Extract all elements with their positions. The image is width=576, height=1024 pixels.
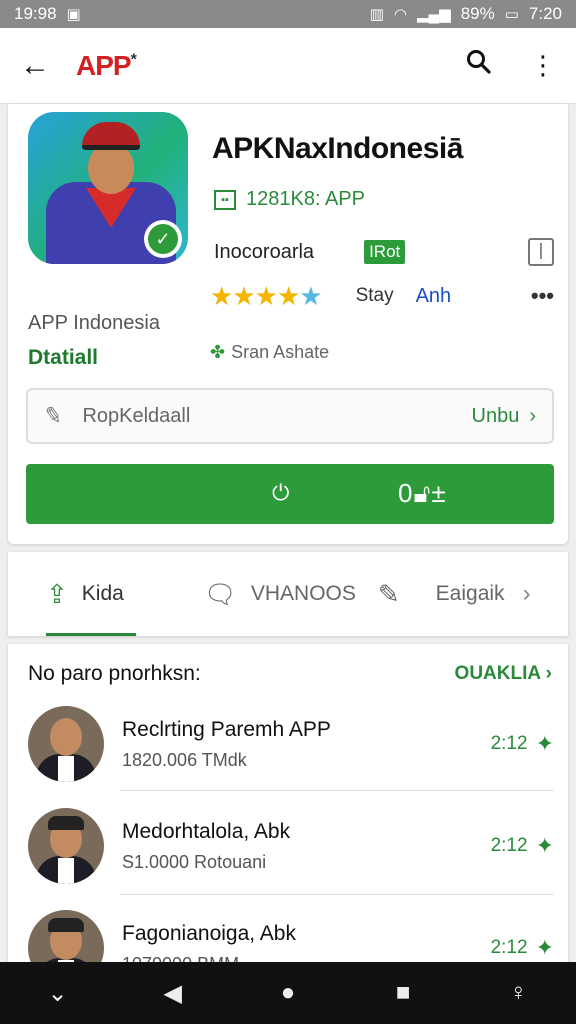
install-button[interactable]: ⏻ 0🔓︎± [26,464,554,524]
recents-square-icon[interactable]: ■ [383,979,423,1007]
tab-label: Eaigaik [435,582,505,605]
clover-icon: ✤ [210,342,226,362]
back-triangle-icon[interactable]: ◀ [153,979,193,1008]
tab-label: Kida [81,582,124,605]
item-subtitle: 1820.006 TMdk [122,749,247,770]
aux-text: Sran Ashate [231,342,330,362]
divider [120,790,554,791]
rating-label: Stay [355,285,394,306]
back-arrow-icon[interactable]: ← [20,49,60,83]
tab-more[interactable]: Eaigaik [436,552,505,636]
tab-label: VHANOOS [250,582,356,605]
app-icon: ✓ [28,112,188,264]
rating-stars: ★★★★★ [210,280,323,312]
more-vert-icon[interactable]: ⋮ [530,50,556,81]
star-icon: ✦ [535,833,554,858]
power-icon: ⏻ [272,480,290,505]
app-meta-text: 1281K8: APP [246,188,365,210]
vibrate-icon: ▥ [369,6,384,23]
star-icon: ✦ [535,731,554,756]
list-item[interactable]: Medorhtalola, Abk S1.0000 Rotouani 2:12 … [28,798,554,894]
publisher-name: APP Indonesia [28,312,160,334]
review-input-text: RopKeldaall [82,404,191,427]
avatar [28,706,104,782]
item-rating: 2:12 ✦ [490,935,554,960]
star-icon: ✦ [535,935,554,960]
star-icon: ★ [254,280,278,311]
pencil-icon: ✎ [42,401,65,430]
tab-share[interactable]: ⇪ Kida [46,552,136,636]
battery-percent: 89% [460,4,495,23]
tab-edit[interactable]: ✎ [378,552,400,636]
chevron-right-icon: › [529,404,536,427]
item-rating: 2:12 ✦ [490,833,554,858]
tabs-bar: ⇪ Kida 🗨︎ VHANOOS ✎ Eaigaik › [8,552,568,636]
list-more-link[interactable]: OUAKLIA › [455,663,552,685]
item-rating: 2:12 ✦ [490,731,554,756]
verified-badge-icon: ✓ [144,220,182,258]
rating-link[interactable]: Anh [416,285,452,308]
star-icon: ★ [232,280,255,311]
chevron-right-icon[interactable]: › [523,580,531,608]
more-horiz-icon[interactable]: ••• [531,283,554,309]
signal-icon: ▂▄▆ [416,6,451,23]
status-bar: 19:98 ▣ ▥ ◠ ▂▄▆ 89% ▭ 7:20 [0,0,576,28]
comment-icon: 🗨︎ [203,578,237,609]
search-icon[interactable] [466,49,492,82]
rating-row: ★★★★★ Stay Anh ••• [210,280,554,312]
developer-row: Inocoroarla IRot ❘ [214,236,554,268]
tab-comments[interactable]: 🗨︎ VHANOOS [204,552,356,636]
divider [120,894,554,895]
app-detail-card: ✓ APKNaxIndonesiā ▪▪ 1281K8: APP Inocoro… [8,104,568,544]
app-bar-title: APP* [76,49,137,81]
item-title: Medorhtalola, Abk [122,819,291,843]
details-link[interactable]: Dtatiall [28,346,98,370]
review-input[interactable]: ✎ RopKeldaall Unbu › [26,388,554,444]
star-icon: ★ [299,280,322,311]
item-title: Reclrting Paremh APP [122,717,331,741]
list-header: No paro pnorhksn: OUAKLIA › [28,662,552,686]
list-title: No paro pnorhksn: [28,662,201,685]
notification-icon: ▣ [66,6,81,23]
developer-name[interactable]: Inocoroarla [214,241,314,264]
keyboard-hide-icon[interactable]: ⌄ [38,979,78,1008]
star-icon: ★ [276,280,300,311]
app-bar: ← APP* ⋮ [0,28,576,104]
share-icon: ⇪ [46,578,68,609]
install-button-label: 0🔓︎± [398,478,447,508]
accessibility-icon[interactable]: ♀ [498,979,538,1007]
status-time-left: 19:98 [14,4,57,23]
star-icon: ★ [210,280,233,311]
home-circle-icon[interactable]: ● [268,979,308,1007]
item-subtitle: S1.0000 Rotouani [122,851,267,872]
avatar [28,808,104,884]
aux-info: ✤ Sran Ashate [210,342,329,363]
related-list-card: No paro pnorhksn: OUAKLIA › Reclrting Pa… [8,644,568,986]
item-title: Fagonianoiga, Abk [122,921,296,945]
developer-tag-badge: IRot [364,240,406,264]
bookmark-icon[interactable]: ❘ [528,238,554,266]
app-size-icon: ▪▪ [214,189,236,210]
battery-icon: ▭ [504,6,519,23]
lock-icon: 🔓︎ [413,478,432,508]
wifi-icon: ◠ [393,6,407,23]
pencil-icon: ✎ [377,578,400,609]
app-name: APKNaxIndonesiā [212,132,463,165]
list-item[interactable]: Reclrting Paremh APP 1820.006 TMdk 2:12 … [28,696,554,792]
status-time-right: 7:20 [528,4,562,23]
review-input-action[interactable]: Unbu › [472,405,536,428]
system-nav-bar: ⌄ ◀ ● ■ ♀ [0,962,576,1024]
app-meta: ▪▪ 1281K8: APP [214,188,365,211]
